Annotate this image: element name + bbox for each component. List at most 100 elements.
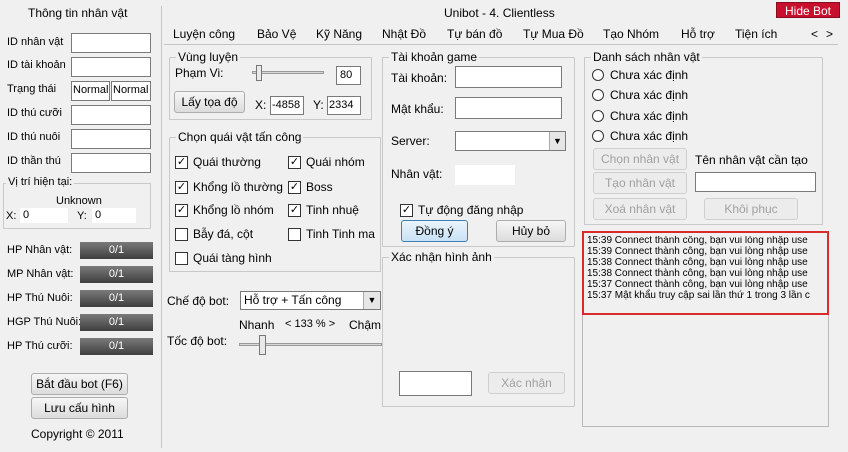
- tab-skills[interactable]: Kỹ Năng: [316, 27, 362, 41]
- log-line: 15:37 Connect thành công, bạn vui lòng n…: [587, 279, 808, 290]
- tab-auto-buy[interactable]: Tự Mua Đồ: [523, 27, 584, 41]
- check-icon: ✓: [288, 155, 301, 169]
- chevron-down-icon: ▼: [549, 132, 565, 150]
- new-character-name-label: Tên nhân vật cần tạo: [695, 153, 808, 167]
- check-party-monster[interactable]: ✓ Quái nhóm: [288, 155, 365, 169]
- window-title: Unibot - 4. Clientless: [444, 6, 555, 20]
- check-trap-pillar[interactable]: Bẫy đá, cột: [175, 227, 253, 241]
- field-id-account-label: ID tài khoản: [7, 59, 66, 71]
- log-line: 15:39 Connect thành công, bạn vui lòng n…: [587, 246, 808, 257]
- field-status-value-1: Normal: [71, 81, 110, 101]
- check-invisible-monster[interactable]: Quái tàng hình: [175, 251, 272, 265]
- field-id-account-input[interactable]: [71, 57, 151, 77]
- check-normal-monster[interactable]: ✓ Quái thường: [175, 155, 261, 169]
- tab-utilities[interactable]: Tiện ích: [735, 27, 777, 41]
- server-label: Server:: [391, 134, 430, 148]
- tab-prev-arrow-icon[interactable]: <: [811, 27, 818, 41]
- radio-icon: [592, 130, 604, 142]
- left-panel-title: Thông tin nhân vật: [28, 6, 128, 20]
- field-id-pet-label: ID thú nuôi: [7, 131, 61, 143]
- position-x-value: 0: [20, 208, 68, 223]
- character-radio-3[interactable]: Chưa xác định: [592, 109, 688, 123]
- start-bot-button[interactable]: Bắt đầu bot (F6): [31, 373, 128, 395]
- field-id-character-label: ID nhân vật: [7, 36, 64, 48]
- check-giant-normal[interactable]: ✓ Khổng lồ thường: [175, 180, 283, 194]
- field-id-divine-pet-input[interactable]: [71, 153, 151, 173]
- speed-slow-label: Chậm: [349, 318, 382, 332]
- tab-next-arrow-icon[interactable]: >: [826, 27, 833, 41]
- hp-character-bar: 0/1: [80, 242, 153, 259]
- check-elite[interactable]: ✓ Tinh nhuệ: [288, 203, 359, 217]
- captcha-confirm-button[interactable]: Xác nhận: [488, 372, 565, 394]
- restore-character-button[interactable]: Khôi phục: [704, 198, 798, 220]
- tab-auto-sell[interactable]: Tự bán đồ: [447, 27, 502, 41]
- bot-mode-label: Chế độ bot:: [167, 294, 230, 308]
- checkbox-empty-icon: [288, 227, 301, 241]
- speed-fast-label: Nhanh: [239, 318, 275, 332]
- speed-slider-thumb[interactable]: [259, 335, 266, 355]
- field-id-mount-label: ID thú cưỡi: [7, 107, 62, 119]
- log-line: 15:38 Connect thành công, bạn vui lòng n…: [587, 268, 808, 279]
- tab-pickup[interactable]: Nhật Đồ: [382, 27, 426, 41]
- check-icon: ✓: [288, 203, 301, 217]
- speed-percent: < 133 % >: [285, 318, 336, 330]
- character-list-title: Danh sách nhân vật: [591, 50, 702, 64]
- copyright-text: Copyright © 2011: [31, 427, 124, 441]
- field-id-divine-pet-label: ID thần thú: [7, 155, 61, 167]
- check-giant-party[interactable]: ✓ Khổng lồ nhóm: [175, 203, 274, 217]
- select-character-button[interactable]: Chọn nhân vật: [593, 148, 687, 170]
- tab-support[interactable]: Hỗ trợ: [681, 27, 715, 41]
- coord-y-label: Y:: [313, 98, 324, 112]
- captcha-input[interactable]: [399, 371, 472, 396]
- check-boss[interactable]: ✓ Boss: [288, 180, 333, 194]
- password-label: Mật khẩu:: [391, 102, 444, 116]
- training-area-title: Vùng luyện: [176, 50, 241, 64]
- chevron-down-icon: ▼: [363, 292, 380, 309]
- position-y-value: 0: [92, 208, 136, 223]
- field-id-pet-input[interactable]: [71, 129, 151, 149]
- range-label: Phạm Vi:: [175, 66, 224, 80]
- field-id-character-input[interactable]: [71, 33, 151, 53]
- hide-bot-button[interactable]: Hide Bot: [776, 2, 840, 18]
- check-ghost-ape[interactable]: Tinh Tinh ma: [288, 227, 375, 241]
- character-radio-4[interactable]: Chưa xác định: [592, 129, 688, 143]
- hp-pet-label: HP Thú Nuôi:: [7, 292, 73, 304]
- log-line: 15:39 Connect thành công, bạn vui lòng n…: [587, 236, 808, 246]
- range-input[interactable]: 80: [336, 66, 361, 85]
- new-character-name-input[interactable]: [695, 172, 816, 192]
- coord-y-input[interactable]: 2334: [327, 96, 361, 115]
- auto-login-check[interactable]: ✓ Tự động đăng nhập: [400, 203, 523, 217]
- monster-group-title: Chọn quái vật tấn công: [176, 130, 304, 144]
- get-coords-button[interactable]: Lấy tọa độ: [174, 91, 245, 113]
- position-group-label: Vị trí hiện tại:: [6, 176, 75, 188]
- tab-party[interactable]: Tạo Nhóm: [603, 27, 659, 41]
- tab-protection[interactable]: Bảo Vệ: [257, 27, 296, 41]
- account-ok-button[interactable]: Đồng ý: [401, 220, 468, 242]
- field-id-mount-input[interactable]: [71, 105, 151, 125]
- log-line: 15:38 Connect thành công, bạn vui lòng n…: [587, 257, 808, 268]
- character-radio-2[interactable]: Chưa xác định: [592, 88, 688, 102]
- radio-icon: [592, 69, 604, 81]
- mp-character-bar: 0/1: [80, 266, 153, 283]
- create-character-button[interactable]: Tạo nhân vật: [593, 172, 687, 194]
- checkbox-empty-icon: [175, 251, 188, 265]
- delete-character-button[interactable]: Xoá nhân vật: [593, 198, 687, 220]
- hp-character-label: HP Nhân vật:: [7, 244, 73, 256]
- bot-mode-value: Hỗ trợ + Tấn công: [244, 293, 342, 307]
- bot-mode-select[interactable]: Hỗ trợ + Tấn công ▼: [240, 291, 381, 310]
- character-label: Nhân vật:: [391, 167, 443, 181]
- account-cancel-button[interactable]: Hủy bỏ: [496, 220, 566, 242]
- server-select[interactable]: ▼: [455, 131, 566, 151]
- username-input[interactable]: [455, 66, 562, 88]
- password-input[interactable]: [455, 97, 562, 119]
- field-status-value-2: Normal: [111, 81, 151, 101]
- mp-character-label: MP Nhân vật:: [7, 268, 74, 280]
- log-entries: 15:39 Connect thành công, bạn vui lòng n…: [587, 236, 825, 310]
- coord-x-input[interactable]: -4858: [270, 96, 304, 115]
- position-status: Unknown: [56, 195, 102, 207]
- character-radio-1[interactable]: Chưa xác định: [592, 68, 688, 82]
- tab-training[interactable]: Luyện công: [173, 27, 235, 41]
- range-slider-thumb[interactable]: [256, 65, 262, 81]
- character-input[interactable]: [455, 165, 515, 185]
- save-config-button[interactable]: Lưu cấu hình: [31, 397, 128, 419]
